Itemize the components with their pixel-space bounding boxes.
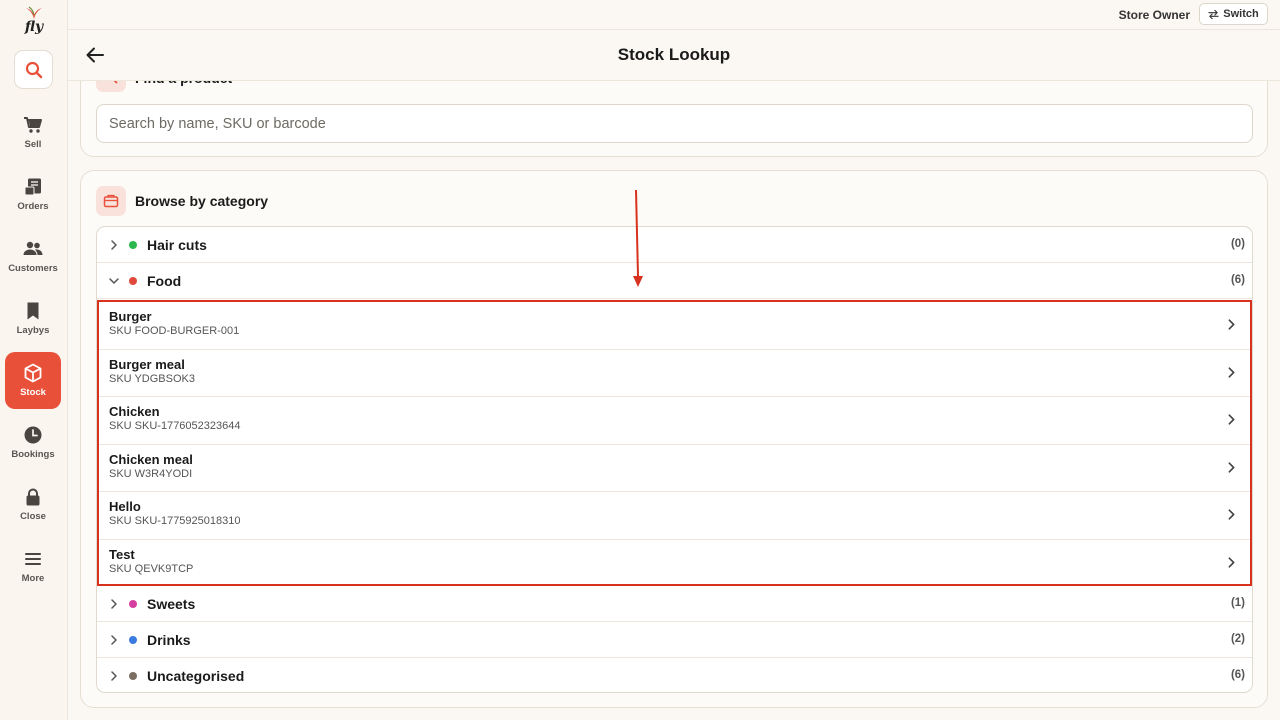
product-name: Chicken — [109, 404, 160, 419]
switch-user-button[interactable]: Switch — [1199, 3, 1268, 25]
product-sku: SKU W3R4YODI — [109, 467, 193, 480]
chevron-right-icon — [1228, 461, 1235, 473]
page-header: Stock Lookup — [68, 31, 1280, 81]
food-product-list: Burger SKU FOOD-BURGER-001 Burger meal S… — [97, 300, 1252, 586]
logo-text: fly — [24, 19, 44, 35]
category-row-food[interactable]: Food (6) — [97, 263, 1252, 299]
users-icon — [23, 241, 43, 255]
product-row[interactable]: Burger SKU FOOD-BURGER-001 — [99, 302, 1250, 350]
nav-item-orders[interactable]: Orders — [5, 166, 61, 223]
category-name: Sweets — [147, 596, 196, 612]
category-color-dot — [129, 277, 137, 285]
product-row[interactable]: Test SKU QEVK9TCP — [99, 540, 1250, 588]
clock-icon — [24, 426, 42, 444]
product-row[interactable]: Chicken meal SKU W3R4YODI — [99, 445, 1250, 492]
nav-item-bookings[interactable]: Bookings — [5, 414, 61, 471]
category-count: (6) — [1230, 274, 1245, 286]
nav-label: Laybys — [16, 325, 50, 336]
nav-item-more[interactable]: More — [5, 538, 61, 595]
chevron-right-icon — [1228, 509, 1235, 520]
nav-label: Orders — [17, 201, 49, 212]
product-name: Chicken meal — [109, 451, 193, 467]
nav-label: More — [21, 573, 45, 584]
category-row-drinks[interactable]: Drinks (2) — [97, 622, 1252, 658]
product-name: Burger — [109, 309, 152, 324]
chevron-right-icon — [1228, 556, 1235, 568]
lock-icon — [26, 488, 40, 506]
chevron-right-icon — [111, 599, 117, 609]
nav-label: Sell — [24, 139, 42, 150]
category-count: (6) — [1230, 669, 1245, 681]
cart-icon — [24, 117, 42, 133]
app-logo: fly — [0, 6, 68, 42]
archive-icon — [103, 194, 119, 208]
category-name: Drinks — [147, 632, 191, 648]
browse-category-title: Browse by category — [135, 193, 269, 209]
product-sku: SKU SKU-1775925018310 — [109, 515, 241, 527]
product-row[interactable]: Chicken SKU SKU-1776052323644 — [99, 397, 1250, 445]
browse-card-icon — [96, 186, 126, 216]
nav-item-customers[interactable]: Customers — [5, 228, 61, 285]
category-count: (1) — [1230, 597, 1245, 609]
global-search-button[interactable] — [14, 50, 53, 89]
nav-label: Close — [20, 511, 46, 522]
bookmark-icon — [27, 302, 39, 320]
browse-category-card: Browse by category Hair cuts (0) Food (6… — [80, 170, 1268, 708]
chevron-right-icon — [1228, 414, 1235, 425]
swap-icon — [1208, 9, 1219, 19]
category-color-dot — [129, 636, 137, 644]
product-name: Burger meal — [109, 356, 185, 372]
search-icon — [25, 61, 42, 78]
product-name: Hello — [109, 499, 141, 514]
category-count: (0) — [1230, 238, 1245, 250]
nav-item-close[interactable]: Close — [5, 476, 61, 533]
category-row-uncategorised[interactable]: Uncategorised (6) — [97, 658, 1252, 692]
leaf-icon — [26, 6, 42, 19]
nav-label: Customers — [8, 263, 58, 274]
nav-item-laybys[interactable]: Laybys — [5, 290, 61, 347]
category-color-dot — [129, 241, 137, 249]
category-name: Hair cuts — [147, 237, 207, 253]
category-color-dot — [129, 600, 137, 608]
product-sku: SKU SKU-1776052323644 — [109, 420, 241, 432]
product-sku: SKU YDGBSOK3 — [109, 372, 195, 385]
receipt-icon — [24, 178, 41, 196]
switch-label: Switch — [1223, 8, 1259, 20]
category-row-hair-cuts[interactable]: Hair cuts (0) — [97, 227, 1252, 263]
product-sku: SKU QEVK9TCP — [109, 562, 194, 575]
chevron-right-icon — [1228, 319, 1235, 330]
sidebar: fly Sell Orders Customers Laybys Stock B… — [0, 0, 68, 720]
category-name: Uncategorised — [147, 668, 245, 684]
nav-label: Stock — [20, 387, 46, 398]
product-name: Test — [109, 546, 135, 562]
category-color-dot — [129, 672, 137, 680]
chevron-right-icon — [111, 635, 117, 645]
nav-item-stock[interactable]: Stock — [5, 352, 61, 409]
product-search-input[interactable] — [96, 104, 1253, 143]
annotation-arrow-icon — [633, 189, 643, 287]
nav-item-sell[interactable]: Sell — [5, 104, 61, 161]
category-row-sweets[interactable]: Sweets (1) — [97, 586, 1252, 622]
menu-icon — [25, 553, 41, 565]
category-count: (2) — [1230, 633, 1245, 645]
product-row[interactable]: Hello SKU SKU-1775925018310 — [99, 492, 1250, 540]
product-row[interactable]: Burger meal SKU YDGBSOK3 — [99, 350, 1250, 397]
page-title: Stock Lookup — [617, 45, 731, 64]
current-user-name: Store Owner — [1118, 8, 1190, 22]
top-bar: Store Owner Switch — [68, 0, 1280, 30]
chevron-down-icon — [109, 278, 119, 284]
chevron-right-icon — [1228, 366, 1235, 378]
chevron-right-icon — [111, 240, 117, 250]
product-sku: SKU FOOD-BURGER-001 — [109, 325, 240, 337]
chevron-right-icon — [111, 671, 117, 681]
nav-label: Bookings — [11, 449, 55, 460]
category-list: Hair cuts (0) Food (6) Burger SKU FOOD-B… — [96, 226, 1253, 693]
category-name: Food — [147, 273, 182, 289]
box-icon — [24, 363, 42, 383]
